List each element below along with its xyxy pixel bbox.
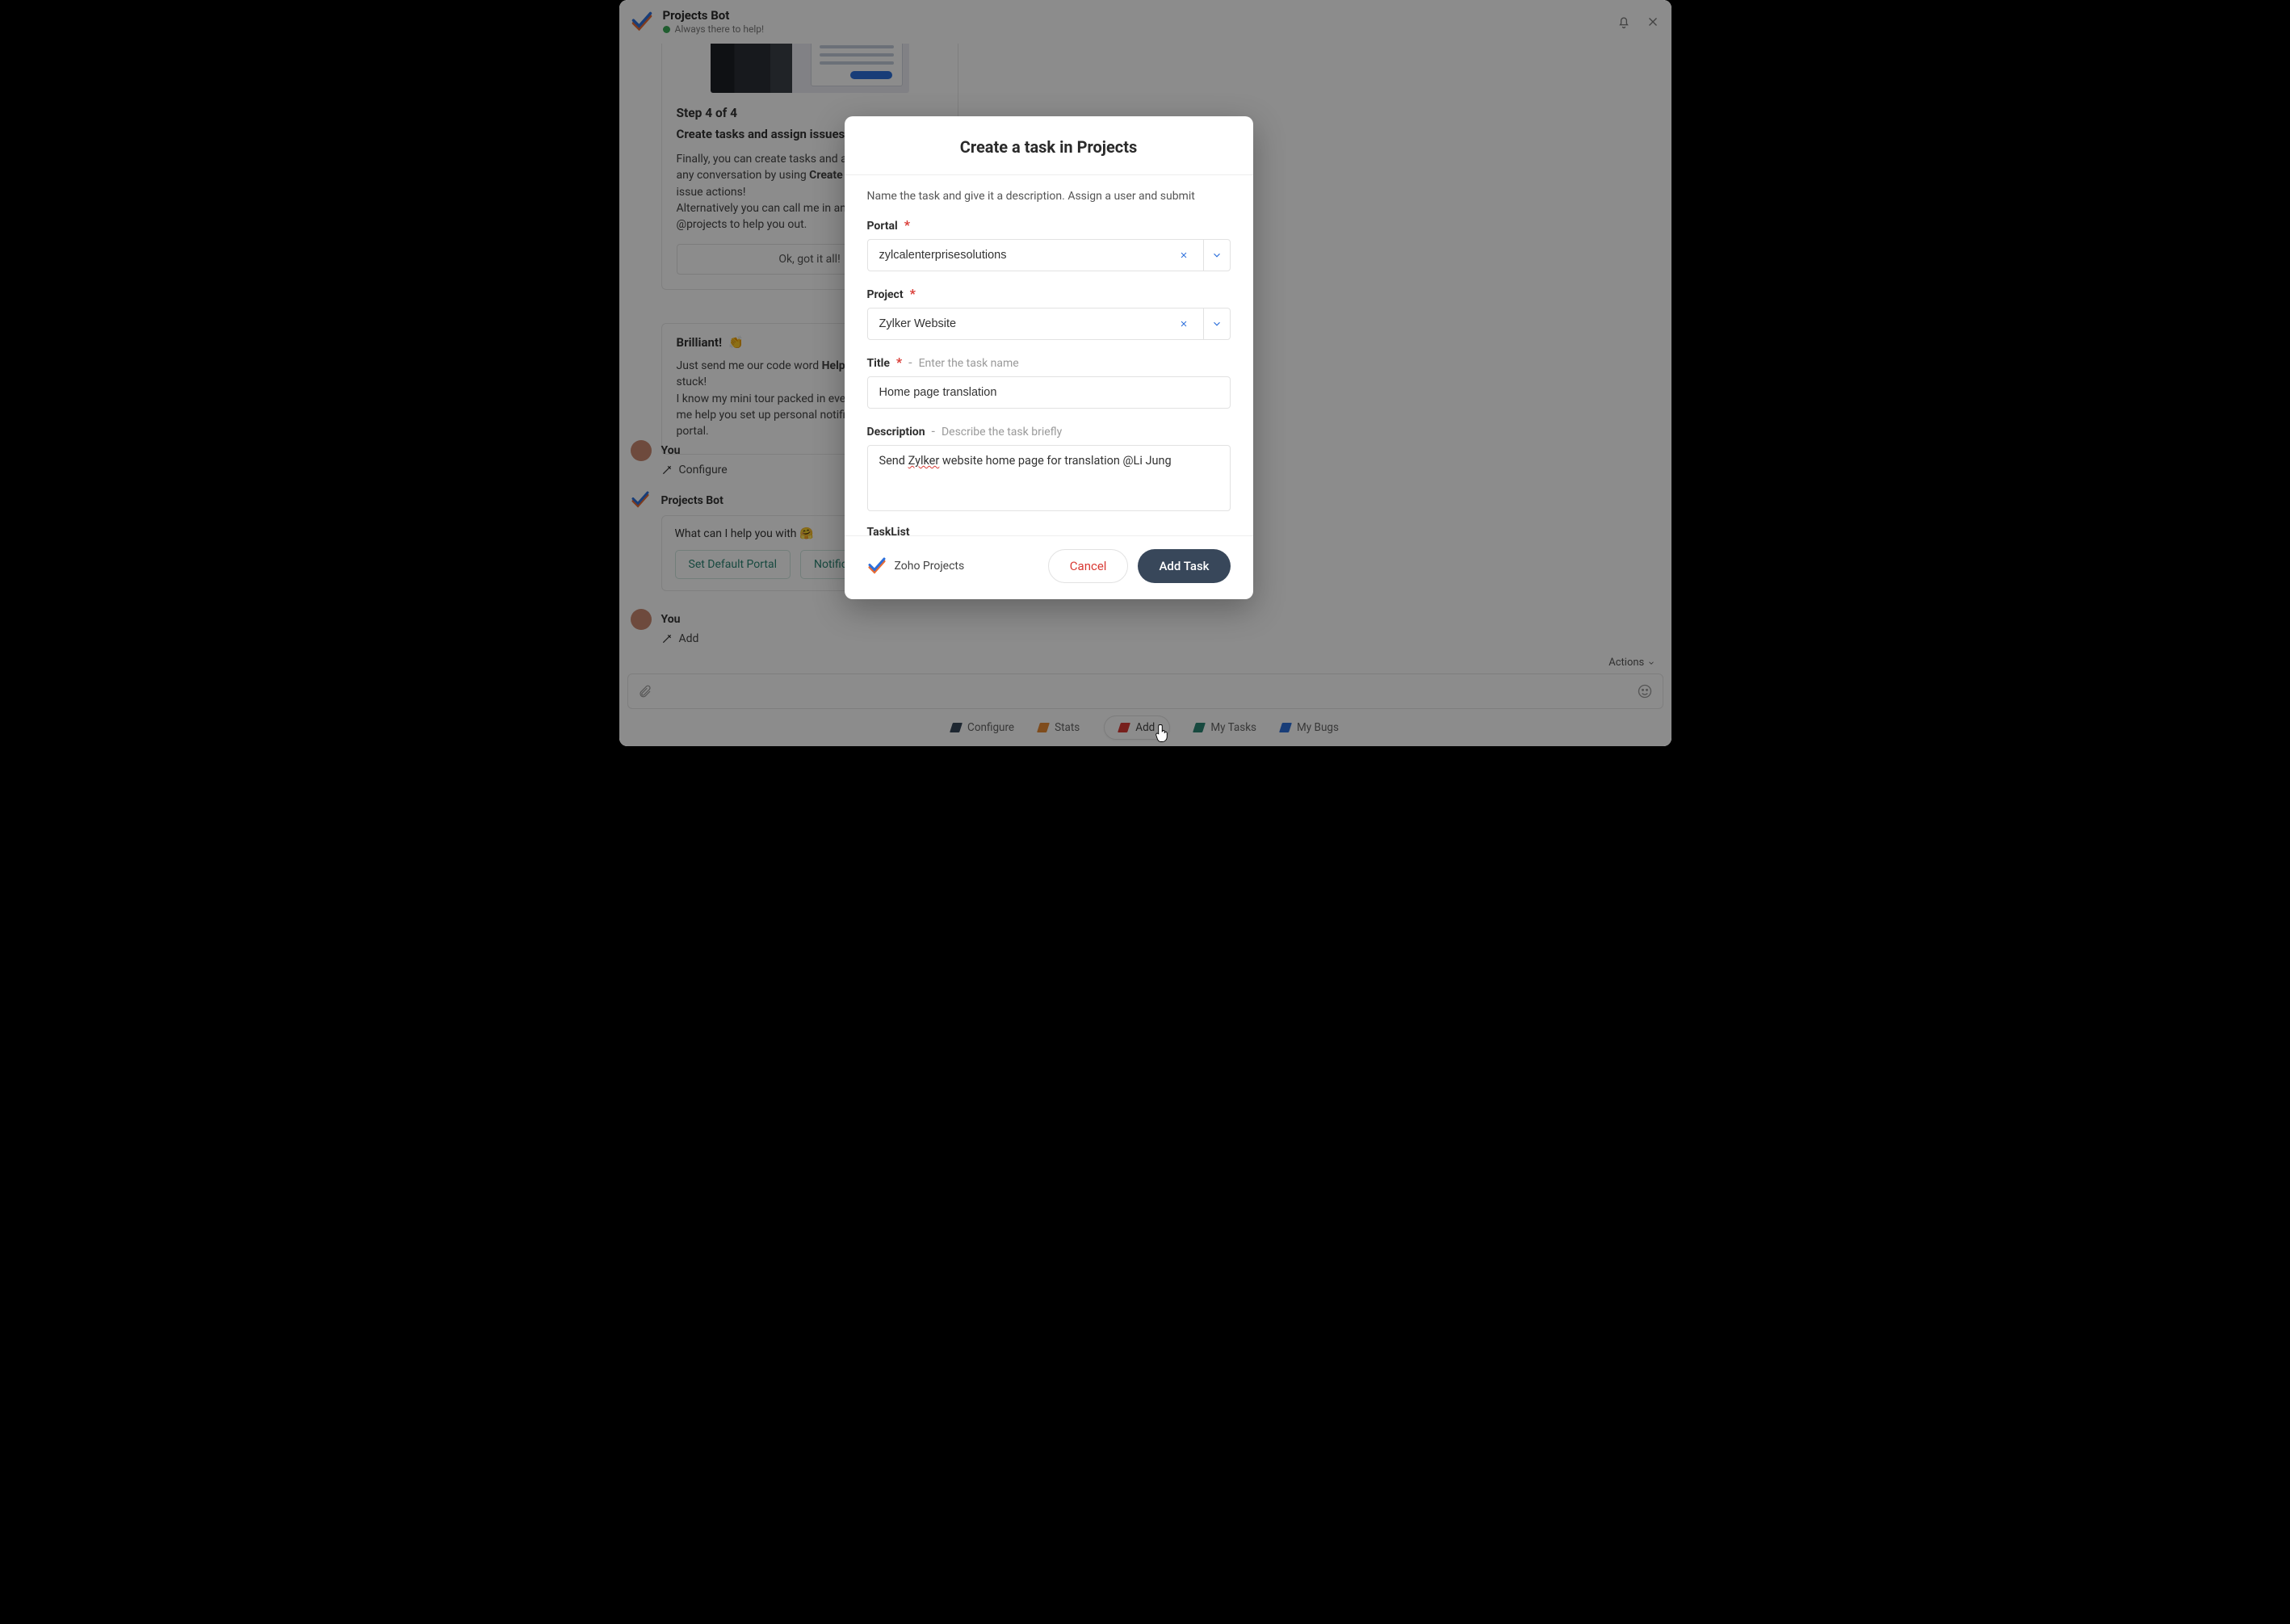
required-asterisk: * (904, 217, 910, 233)
field-description: Description - Describe the task briefly … (867, 423, 1231, 511)
project-clear-icon[interactable] (1172, 308, 1195, 340)
portal-label: Portal (867, 220, 898, 233)
modal-intro: Name the task and give it a description.… (867, 190, 1231, 203)
field-title: Title * - Enter the task name (867, 355, 1231, 409)
cursor-pointer-icon (1155, 724, 1170, 743)
field-project: Project * (867, 286, 1231, 340)
required-asterisk: * (896, 355, 902, 370)
modal-brand: Zoho Projects (867, 556, 965, 576)
tasklist-label: TaskList (867, 526, 910, 535)
create-task-modal: Create a task in Projects Name the task … (845, 116, 1253, 599)
title-hint: Enter the task name (919, 357, 1019, 370)
app-window: Projects Bot Always there to help! Step … (619, 0, 1671, 746)
zoho-projects-logo-icon (867, 556, 887, 576)
description-textarea[interactable]: Send Zylker website home page for transl… (867, 445, 1231, 511)
field-portal: Portal * (867, 217, 1231, 271)
portal-clear-icon[interactable] (1172, 239, 1195, 271)
modal-footer: Zoho Projects Cancel Add Task (845, 535, 1253, 599)
title-label: Title (867, 357, 890, 370)
description-hint: Describe the task briefly (942, 426, 1062, 439)
field-tasklist: TaskList (867, 526, 1231, 535)
title-input[interactable] (867, 376, 1231, 409)
description-label: Description (867, 426, 925, 439)
add-task-button[interactable]: Add Task (1138, 549, 1230, 583)
cancel-button[interactable]: Cancel (1048, 549, 1129, 583)
project-chevron-down-icon[interactable] (1203, 308, 1231, 340)
required-asterisk: * (910, 286, 916, 301)
project-label: Project (867, 288, 904, 301)
portal-chevron-down-icon[interactable] (1203, 239, 1231, 271)
modal-title: Create a task in Projects (845, 116, 1253, 174)
